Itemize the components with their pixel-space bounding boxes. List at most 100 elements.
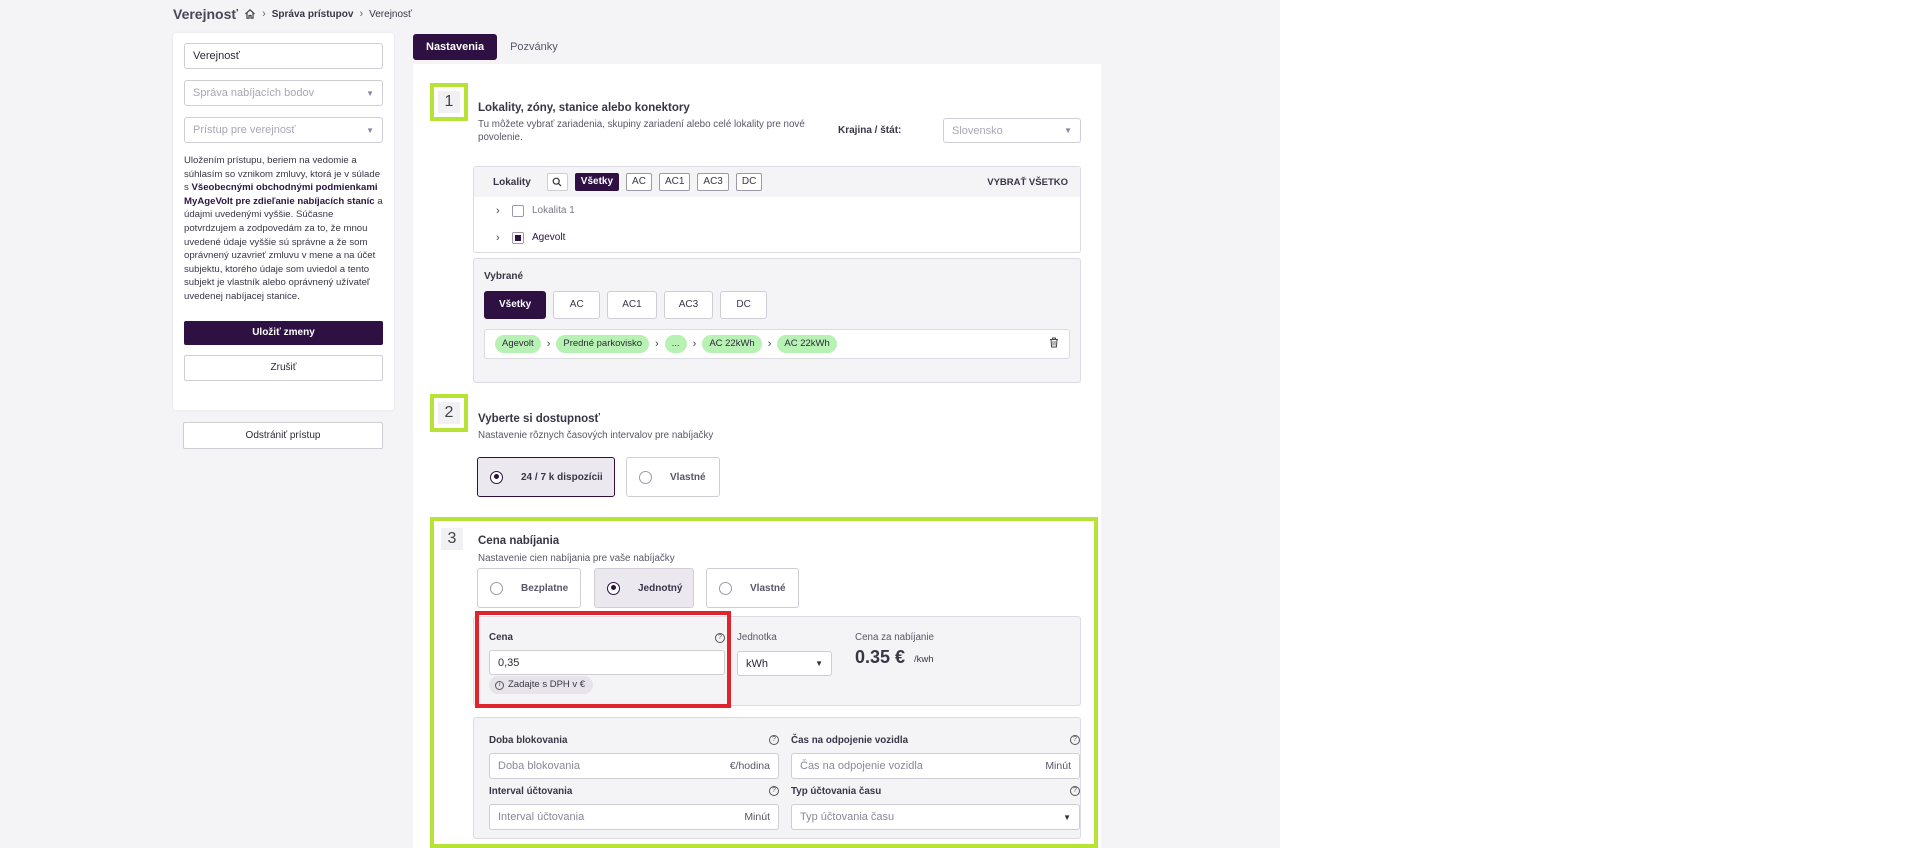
disconnect-time-label: Čas na odpojenie vozidla xyxy=(791,735,909,746)
breadcrumb-item: Verejnosť xyxy=(369,8,412,20)
chevron-right-icon: › xyxy=(655,338,659,350)
selected-filters: Všetky AC AC1 AC3 DC xyxy=(484,291,1070,319)
help-icon[interactable]: ? xyxy=(715,633,725,643)
selected-filter-chip[interactable]: DC xyxy=(720,291,768,319)
selected-label: Vybrané xyxy=(484,271,524,282)
chevron-down-icon: ▼ xyxy=(1064,126,1072,135)
radio-selected[interactable] xyxy=(490,470,503,484)
help-icon[interactable]: ? xyxy=(769,786,779,796)
blocking-time-label: Doba blokovania xyxy=(489,735,568,746)
radio-unselected[interactable] xyxy=(719,581,732,595)
step-number-1: 1 xyxy=(430,83,468,121)
trash-icon[interactable] xyxy=(1049,337,1059,351)
filter-chip[interactable]: Všetky xyxy=(574,173,620,191)
country-select[interactable]: Slovensko ▼ xyxy=(943,118,1081,143)
path-pill[interactable]: Agevolt xyxy=(495,335,541,353)
section3-subtitle: Nastavenie cien nabíjania pre vaše nabíj… xyxy=(478,553,675,564)
chevron-down-icon: ▼ xyxy=(815,659,823,668)
blocking-time-input[interactable]: Doba blokovania €/hodina xyxy=(489,753,779,779)
availability-option-24-7[interactable]: 24 / 7 k dispozícii xyxy=(477,457,615,497)
chevron-right-icon: › xyxy=(692,338,697,350)
section1-title: Lokality, zóny, stanice alebo konektory xyxy=(478,102,690,114)
step-number-3: 3 xyxy=(441,528,463,550)
save-button[interactable]: Uložiť zmeny xyxy=(184,320,383,345)
checkbox[interactable] xyxy=(512,231,524,244)
filter-chip[interactable]: AC1 xyxy=(658,173,691,191)
search-icon[interactable] xyxy=(546,173,568,191)
terms-text: Uložením prístupu, beriem na vedomie a s… xyxy=(184,155,383,302)
filter-chip[interactable]: DC xyxy=(735,173,763,191)
unit-label: Jednotka xyxy=(737,632,777,643)
radio-unselected[interactable] xyxy=(639,470,652,484)
total-price-unit: /kwh xyxy=(914,654,934,665)
remove-access-button[interactable]: Odstrániť prístup xyxy=(183,422,383,449)
availability-option-custom[interactable]: Vlastné xyxy=(626,457,720,497)
price-option-flat[interactable]: Jednotný xyxy=(594,568,694,608)
cancel-button[interactable]: Zrušiť xyxy=(184,354,383,381)
selected-filter-chip[interactable]: AC3 xyxy=(663,291,714,319)
section3-title: Cena nabíjania xyxy=(478,535,560,547)
chevron-right-icon: › xyxy=(262,8,266,20)
page-title: Verejnosť xyxy=(173,6,239,22)
selected-filter-chip[interactable]: Všetky xyxy=(484,291,547,319)
tree-item[interactable]: › Agevolt xyxy=(474,224,1080,251)
checkbox[interactable] xyxy=(512,204,524,217)
path-pill[interactable]: AC 22kWh xyxy=(777,335,837,353)
selected-panel: Vybrané Všetky AC AC1 AC3 DC Agevolt › P… xyxy=(473,258,1081,383)
name-input[interactable]: Verejnosť xyxy=(184,43,383,69)
tab-bar: Nastavenia Pozvánky xyxy=(413,34,571,60)
home-icon[interactable] xyxy=(244,8,256,20)
locations-tree-panel: Lokality Všetky AC AC1 AC3 DC VYBRAŤ VŠE… xyxy=(473,166,1081,253)
path-pill[interactable]: AC 22kWh xyxy=(702,335,762,353)
chevron-right-icon: › xyxy=(359,8,364,20)
page-header: Verejnosť › Správa prístupov › Verejnosť xyxy=(173,6,412,22)
chevron-right-icon[interactable]: › xyxy=(496,232,504,244)
section2-subtitle: Nastavenie rôznych časových intervalov p… xyxy=(478,430,714,441)
billing-interval-input[interactable]: Interval účtovania Minút xyxy=(489,804,779,830)
country-label: Krajina / štát: xyxy=(838,125,902,136)
tab-invitations[interactable]: Pozvánky xyxy=(497,34,571,60)
path-pill[interactable]: ... xyxy=(664,335,687,353)
price-label: Cena xyxy=(489,632,513,643)
chevron-right-icon[interactable]: › xyxy=(496,205,504,217)
total-price-value: 0.35 € xyxy=(855,647,906,667)
select-all-link[interactable]: VYBRAŤ VŠETKO xyxy=(987,177,1068,188)
filter-chip[interactable]: AC3 xyxy=(697,173,729,191)
selected-filter-chip[interactable]: AC xyxy=(553,291,601,319)
breadcrumb-item[interactable]: Správa prístupov xyxy=(272,9,354,20)
help-icon[interactable]: ? xyxy=(1070,735,1080,745)
disconnect-time-input[interactable]: Čas na odpojenie vozidla Minút xyxy=(791,753,1080,779)
filter-chip[interactable]: AC xyxy=(626,173,652,191)
empty-area xyxy=(1280,0,1916,848)
path-pill[interactable]: Predné parkovisko xyxy=(556,335,650,353)
step-number-2: 2 xyxy=(430,394,468,432)
price-option-custom[interactable]: Vlastné xyxy=(706,568,799,608)
radio-selected[interactable] xyxy=(607,581,620,595)
access-type-select[interactable]: Prístup pre verejnosť ▼ xyxy=(184,117,383,143)
chevron-right-icon: › xyxy=(767,338,772,350)
locations-toolbar: Lokality Všetky AC AC1 AC3 DC VYBRAŤ VŠE… xyxy=(474,167,1080,197)
terms-link[interactable]: Všeobecnými obchodnými podmienkami MyAge… xyxy=(184,182,378,207)
chevron-down-icon: ▼ xyxy=(366,88,374,98)
selected-path: Agevolt › Predné parkovisko › ... › AC 2… xyxy=(484,329,1070,359)
billing-interval-label: Interval účtovania xyxy=(489,786,573,797)
access-form-card: Verejnosť Správa nabíjacích bodov ▼ Príst… xyxy=(173,33,394,410)
price-hint-badge: i Zadajte s DPH v € xyxy=(489,676,594,694)
price-option-free[interactable]: Bezplatne xyxy=(477,568,581,608)
billing-type-select[interactable]: Typ účtovania času ▼ xyxy=(791,804,1080,830)
help-icon[interactable]: ? xyxy=(769,735,779,745)
help-icon[interactable]: ? xyxy=(1070,786,1080,796)
selected-filter-chip[interactable]: AC1 xyxy=(607,291,657,319)
locations-label: Lokality xyxy=(493,176,531,188)
price-input[interactable]: 0,35 xyxy=(489,650,725,675)
radio-unselected[interactable] xyxy=(490,581,503,595)
app-window: Verejnosť › Správa prístupov › Verejnosť… xyxy=(0,0,1280,848)
unit-select[interactable]: kWh ▼ xyxy=(737,651,832,676)
charging-points-select[interactable]: Správa nabíjacích bodov ▼ xyxy=(184,80,383,106)
tree-item[interactable]: › Lokalita 1 xyxy=(474,197,1080,224)
chevron-right-icon: › xyxy=(546,338,551,350)
info-icon: i xyxy=(495,680,504,690)
chevron-down-icon: ▼ xyxy=(366,125,374,135)
total-price-label: Cena za nabíjanie xyxy=(855,632,934,643)
tab-settings[interactable]: Nastavenia xyxy=(413,34,498,60)
